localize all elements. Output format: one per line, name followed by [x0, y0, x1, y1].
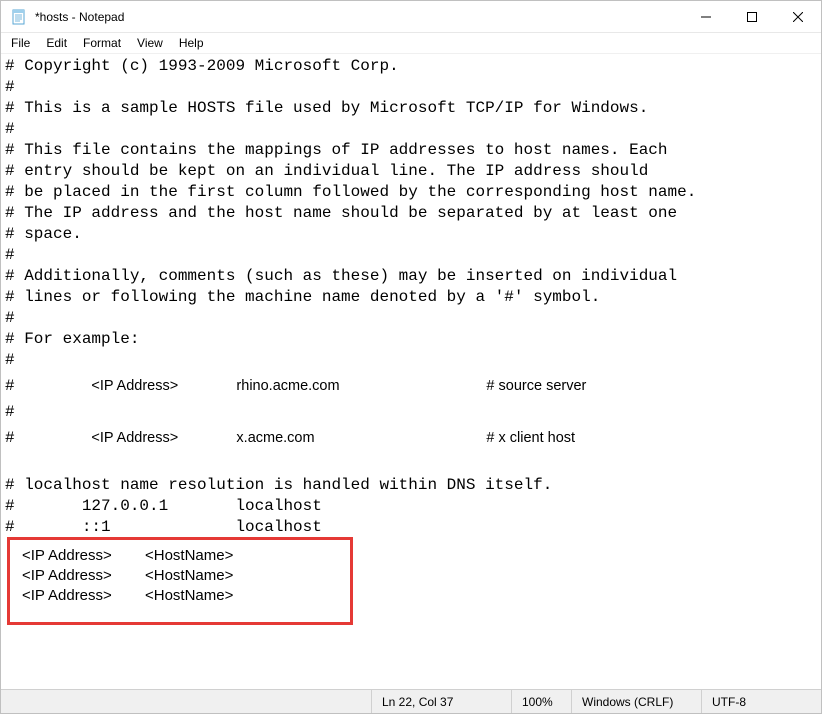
editor-area[interactable]: # Copyright (c) 1993-2009 Microsoft Corp… [1, 53, 821, 689]
status-encoding: UTF-8 [701, 690, 821, 713]
highlight-ip: <IP Address> [22, 586, 145, 606]
text-block-top: # Copyright (c) 1993-2009 Microsoft Corp… [5, 57, 696, 369]
menu-edit[interactable]: Edit [38, 34, 75, 52]
status-bar: Ln 22, Col 37 100% Windows (CRLF) UTF-8 [1, 689, 821, 713]
highlight-ip: <IP Address> [22, 546, 145, 566]
minimize-button[interactable] [683, 1, 729, 32]
highlight-row: <IP Address> <HostName> [22, 546, 338, 566]
window-title: *hosts - Notepad [35, 10, 683, 24]
close-button[interactable] [775, 1, 821, 32]
menu-bar: File Edit Format View Help [1, 33, 821, 53]
maximize-button[interactable] [729, 1, 775, 32]
status-eol: Windows (CRLF) [571, 690, 701, 713]
editor-content[interactable]: # Copyright (c) 1993-2009 Microsoft Corp… [1, 54, 821, 540]
status-zoom: 100% [511, 690, 571, 713]
status-spacer [1, 690, 371, 713]
highlight-box: <IP Address> <HostName> <IP Address> <Ho… [7, 537, 353, 625]
notepad-icon [11, 9, 27, 25]
menu-help[interactable]: Help [171, 34, 212, 52]
highlight-row: <IP Address> <HostName> [22, 586, 338, 606]
highlight-ip: <IP Address> [22, 566, 145, 586]
highlight-row: <IP Address> <HostName> [22, 566, 338, 586]
example-row-1: # <IP Address>rhino.acme.com# source ser… [5, 378, 586, 394]
menu-view[interactable]: View [129, 34, 171, 52]
highlight-host: <HostName> [145, 566, 233, 586]
example-row-2: # <IP Address>x.acme.com# x client host [5, 430, 575, 446]
hash-mid: # [5, 403, 15, 421]
menu-format[interactable]: Format [75, 34, 129, 52]
window-controls [683, 1, 821, 32]
text-block-bottom: # localhost name resolution is handled w… [5, 476, 552, 536]
status-position: Ln 22, Col 37 [371, 690, 511, 713]
highlight-host: <HostName> [145, 586, 233, 606]
highlight-host: <HostName> [145, 546, 233, 566]
title-bar: *hosts - Notepad [1, 1, 821, 33]
menu-file[interactable]: File [3, 34, 38, 52]
